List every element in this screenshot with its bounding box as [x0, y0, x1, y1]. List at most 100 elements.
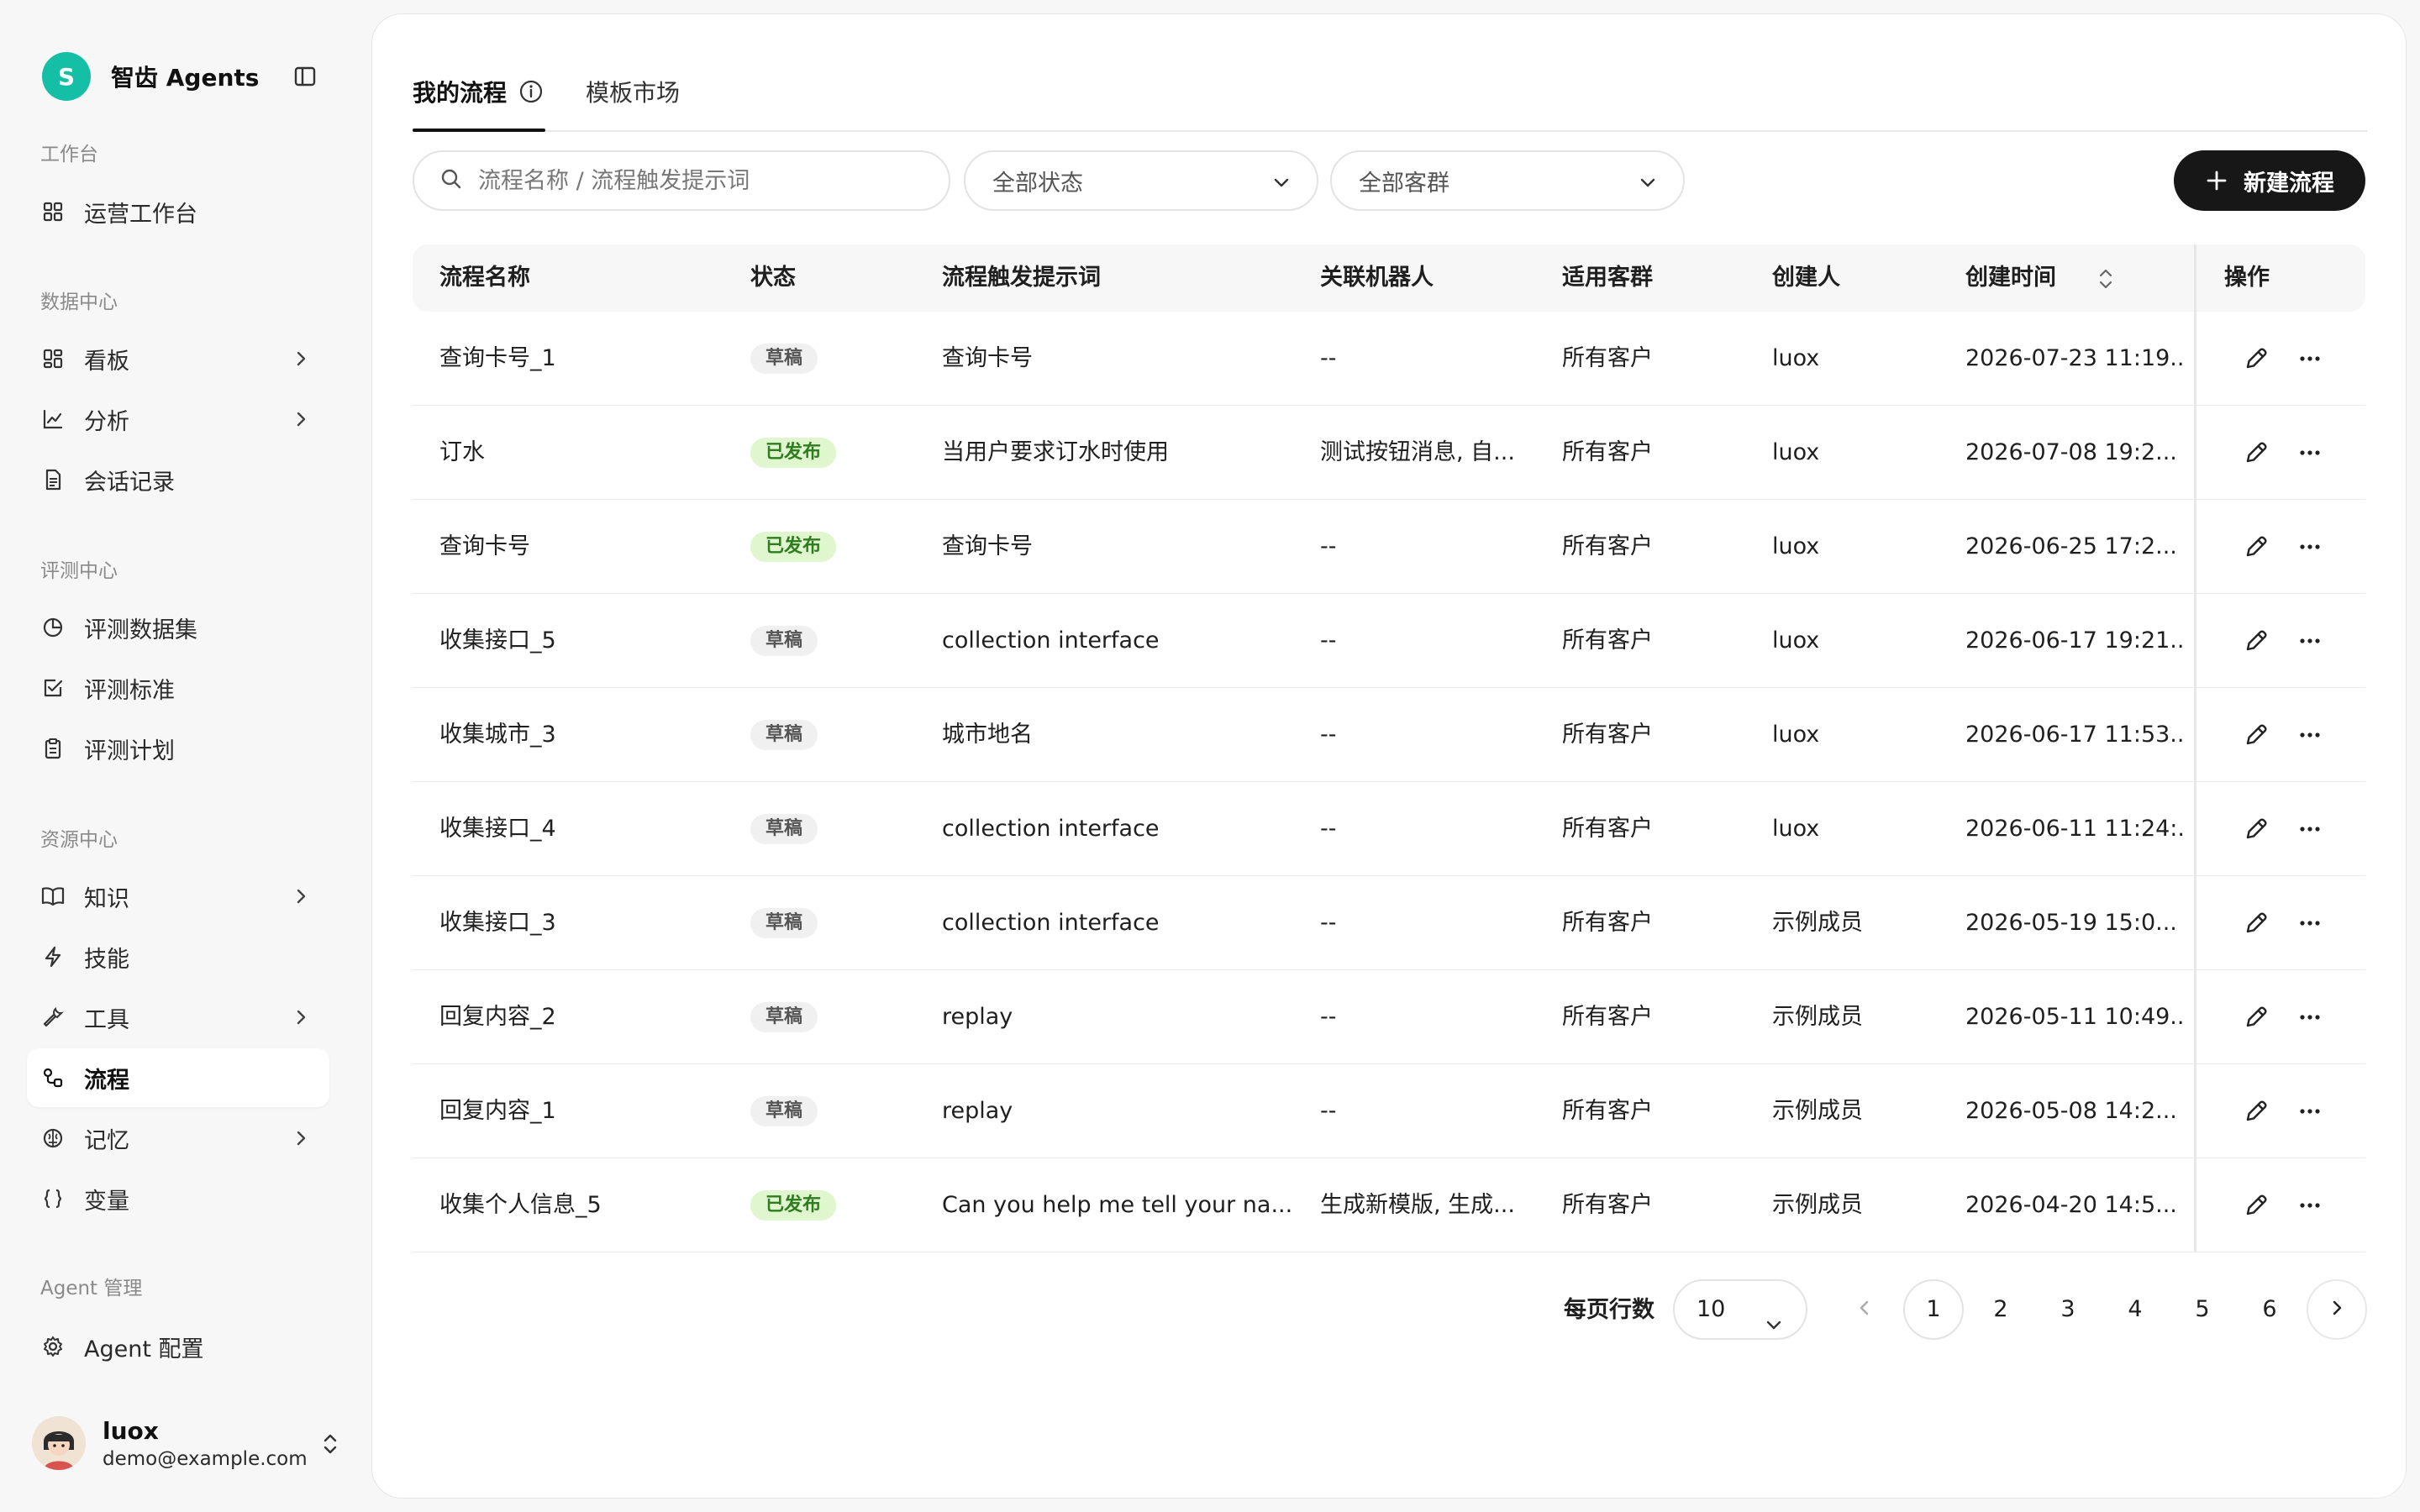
table-row[interactable]: 收集接口_3 collection interface -- 所有客户 示例成员 2026… — [413, 876, 2365, 970]
more-icon[interactable] — [2295, 814, 2325, 844]
more-icon[interactable] — [2295, 438, 2325, 468]
book-icon — [40, 884, 66, 909]
prev-page-button[interactable] — [1834, 1279, 1895, 1340]
tab-label: 我的流程 — [413, 79, 508, 107]
page-button[interactable]: 6 — [2239, 1279, 2300, 1340]
user-menu[interactable]: luox demo@example.com — [32, 1411, 343, 1475]
edit-icon[interactable] — [2241, 1190, 2271, 1221]
sidebar-item-variables[interactable]: 变量 — [27, 1169, 329, 1228]
chevron-up-down-icon[interactable] — [318, 1430, 343, 1458]
chevron-right-icon — [291, 409, 311, 429]
table-row[interactable]: 查询卡号_1 查询卡号 -- 所有客户 luox 2026-07-23 11:19... 草… — [413, 312, 2365, 406]
cell-group: 所有客户 — [1562, 722, 1653, 748]
sidebar-item-knowledge[interactable]: 知识 — [27, 867, 329, 926]
sidebar-item-ops-workbench[interactable]: 运营工作台 — [27, 182, 329, 241]
sort-icon[interactable] — [2096, 268, 2115, 290]
sidebar-item-eval-plan[interactable]: 评测计划 — [27, 719, 329, 778]
tab-template-market[interactable]: 模板市场 — [586, 75, 680, 108]
sidebar-item-memory[interactable]: 记忆 — [27, 1109, 329, 1168]
cell-name: 收集接口_4 — [439, 816, 556, 842]
sidebar-item-eval-dataset[interactable]: 评测数据集 — [27, 598, 329, 657]
page-button[interactable]: 5 — [2172, 1279, 2233, 1340]
table-row[interactable]: 回复内容_2 replay -- 所有客户 示例成员 2026-05-11 10:49..… — [413, 970, 2365, 1064]
more-icon[interactable] — [2295, 908, 2325, 938]
cell-bots: -- — [1320, 722, 1337, 748]
status-badge: 已发布 — [750, 532, 837, 562]
sidebar-item-tools[interactable]: 工具 — [27, 988, 329, 1047]
sidebar-item-label: 分析 — [84, 408, 129, 435]
edit-icon[interactable] — [2241, 344, 2271, 374]
sidebar-item-skills[interactable]: 技能 — [27, 927, 329, 986]
cell-group: 所有客户 — [1562, 1098, 1653, 1124]
page-button[interactable]: 1 — [1903, 1279, 1964, 1340]
rows-per-page-select[interactable]: 10 — [1673, 1279, 1807, 1340]
edit-icon[interactable] — [2241, 1096, 2271, 1126]
sidebar-item-agent-config[interactable]: Agent 配置 — [27, 1317, 329, 1376]
wrench-icon — [40, 1005, 66, 1030]
sidebar-toggle-icon[interactable] — [292, 64, 318, 89]
tab-my-flows[interactable]: 我的流程 — [413, 75, 544, 108]
status-filter-select[interactable]: 全部状态 — [964, 150, 1318, 211]
column-header-created[interactable]: 创建时间 — [1965, 244, 2056, 312]
cell-created: 2026-04-20 14:5... — [1965, 1192, 2177, 1218]
section-title-eval-center: 评测中心 — [40, 560, 118, 582]
cell-bots: -- — [1320, 816, 1337, 842]
edit-icon[interactable] — [2241, 626, 2271, 656]
avatar — [32, 1416, 86, 1470]
table-row[interactable]: 收集城市_3 城市地名 -- 所有客户 luox 2026-06-17 11:53... 草… — [413, 688, 2365, 782]
table-row[interactable]: 订水 当用户要求订水时使用 测试按钮消息, 自... 所有客户 luox 2026-07-… — [413, 406, 2365, 500]
sidebar-item-conversations[interactable]: 会话记录 — [27, 450, 329, 509]
cell-trigger: 查询卡号 — [942, 345, 1033, 371]
more-icon[interactable] — [2295, 344, 2325, 374]
sidebar-item-dashboard[interactable]: 看板 — [27, 329, 329, 388]
edit-icon[interactable] — [2241, 438, 2271, 468]
sidebar-item-label: 变量 — [84, 1188, 129, 1215]
edit-icon[interactable] — [2241, 720, 2271, 750]
table-row[interactable]: 收集接口_4 collection interface -- 所有客户 luox 2026… — [413, 782, 2365, 876]
next-page-button[interactable] — [2307, 1279, 2367, 1340]
sidebar-item-label: 记忆 — [84, 1127, 129, 1154]
more-icon[interactable] — [2295, 1190, 2325, 1221]
more-icon[interactable] — [2295, 1096, 2325, 1126]
more-icon[interactable] — [2295, 1002, 2325, 1032]
search-input[interactable] — [478, 167, 932, 194]
more-icon[interactable] — [2295, 532, 2325, 562]
customer-group-filter-select[interactable]: 全部客群 — [1330, 150, 1685, 211]
edit-icon[interactable] — [2241, 814, 2271, 844]
cell-trigger: collection interface — [942, 910, 1160, 936]
more-icon[interactable] — [2295, 720, 2325, 750]
page-button[interactable]: 3 — [2038, 1279, 2098, 1340]
cell-trigger: Can you help me tell your na... — [942, 1192, 1293, 1218]
sidebar-item-analysis[interactable]: 分析 — [27, 390, 329, 449]
chevron-left-icon — [1854, 1298, 1875, 1321]
sidebar-item-flow[interactable]: 流程 — [27, 1048, 329, 1107]
cell-creator: 示例成员 — [1772, 1192, 1863, 1218]
page-button[interactable]: 2 — [1970, 1279, 2031, 1340]
new-flow-button[interactable]: 新建流程 — [2174, 150, 2365, 211]
edit-icon[interactable] — [2241, 908, 2271, 938]
sidebar-item-eval-standard[interactable]: 评测标准 — [27, 659, 329, 717]
dashboard-icon — [40, 346, 66, 371]
cell-name: 收集接口_3 — [439, 910, 556, 936]
cell-group: 所有客户 — [1562, 627, 1653, 654]
cell-bots: -- — [1320, 345, 1337, 371]
more-icon[interactable] — [2295, 626, 2325, 656]
edit-icon[interactable] — [2241, 532, 2271, 562]
column-header-creator: 创建人 — [1772, 265, 1840, 291]
edit-icon[interactable] — [2241, 1002, 2271, 1032]
page-button[interactable]: 4 — [2105, 1279, 2165, 1340]
cell-bots: -- — [1320, 533, 1337, 559]
table-row[interactable]: 收集接口_5 collection interface -- 所有客户 luox 2026… — [413, 594, 2365, 688]
status-badge: 已发布 — [750, 1190, 837, 1221]
cell-name: 回复内容_1 — [439, 1098, 556, 1124]
cell-trigger: replay — [942, 1098, 1013, 1124]
cell-bots: -- — [1320, 627, 1337, 654]
table-row[interactable]: 收集个人信息_5 Can you help me tell your na... 生… — [413, 1158, 2365, 1252]
cell-creator: 示例成员 — [1772, 1004, 1863, 1030]
table-row[interactable]: 查询卡号 查询卡号 -- 所有客户 luox 2026-06-25 17:2... 已发布 — [413, 500, 2365, 594]
column-divider — [2194, 1158, 2196, 1252]
info-icon[interactable] — [518, 79, 544, 104]
brand[interactable]: S 智齿 Agents — [42, 52, 259, 101]
search-box[interactable] — [413, 150, 950, 211]
table-row[interactable]: 回复内容_1 replay -- 所有客户 示例成员 2026-05-08 14:2...… — [413, 1064, 2365, 1158]
